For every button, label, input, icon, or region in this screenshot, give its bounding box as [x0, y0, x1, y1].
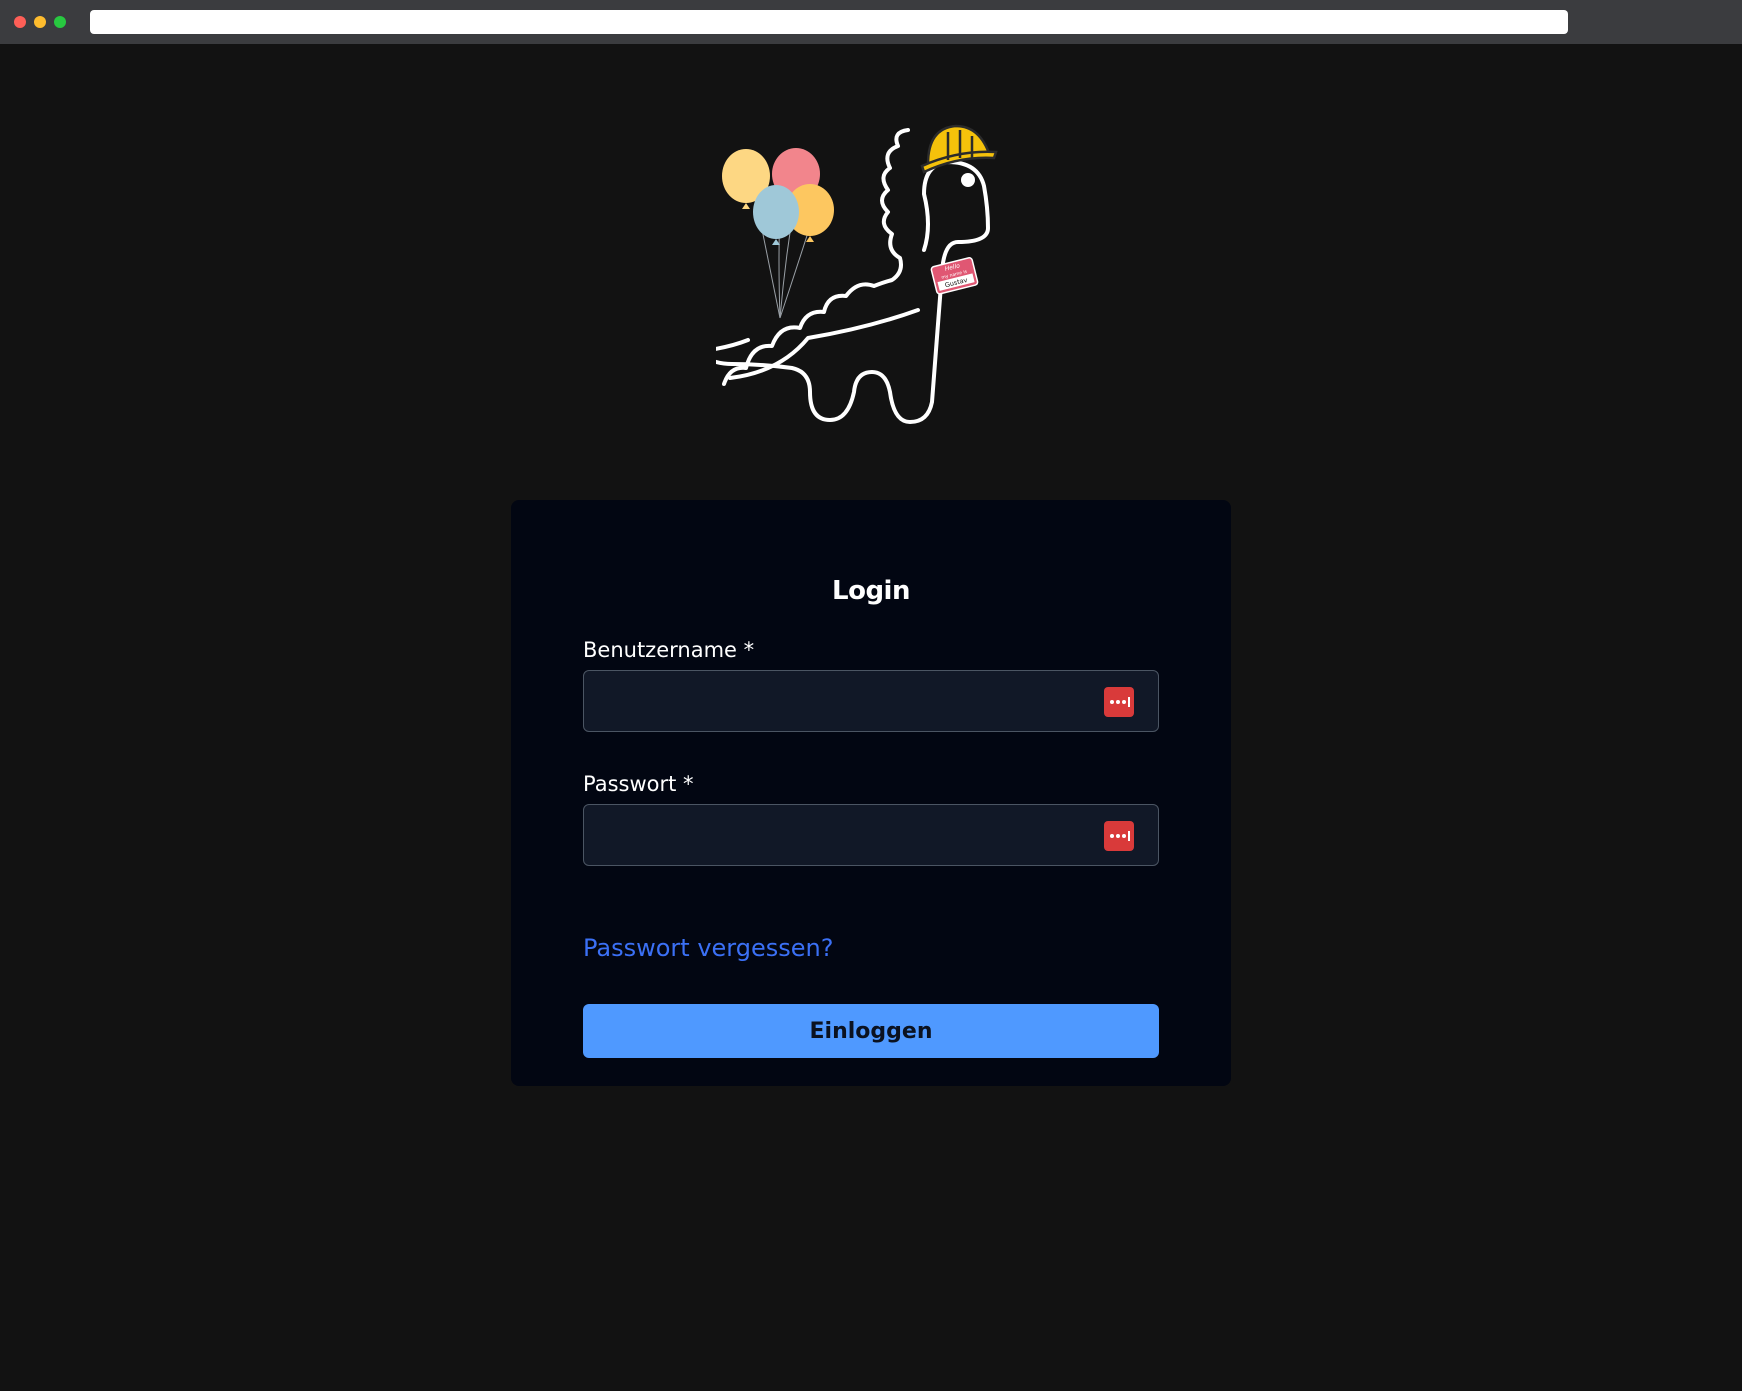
password-input[interactable] — [584, 805, 1158, 865]
close-window-button[interactable] — [14, 16, 26, 28]
forgot-password-link[interactable]: Passwort vergessen? — [583, 934, 833, 962]
login-title: Login — [832, 576, 910, 606]
password-manager-icon[interactable] — [1104, 821, 1134, 851]
password-field-container — [583, 804, 1159, 866]
login-card: Login Benutzername * Passwort * Passwort… — [511, 500, 1231, 1086]
name-tag-sticker: Hello my name is Gustav — [930, 257, 979, 295]
username-field-container — [583, 670, 1159, 732]
dinosaur-eye — [961, 173, 975, 187]
username-input[interactable] — [584, 671, 1158, 731]
username-label: Benutzername * — [583, 638, 755, 662]
hard-hat-icon — [920, 124, 998, 174]
dinosaur-mascot-illustration: Hello my name is Gustav — [716, 124, 998, 424]
login-button[interactable]: Einloggen — [583, 1004, 1159, 1058]
address-bar[interactable] — [90, 10, 1568, 34]
browser-toolbar — [0, 0, 1742, 44]
login-page: Hello my name is Gustav Login Benutzerna… — [0, 44, 1742, 1391]
minimize-window-button[interactable] — [34, 16, 46, 28]
maximize-window-button[interactable] — [54, 16, 66, 28]
password-manager-icon[interactable] — [1104, 687, 1134, 717]
balloons — [722, 148, 834, 245]
password-label: Passwort * — [583, 772, 694, 796]
